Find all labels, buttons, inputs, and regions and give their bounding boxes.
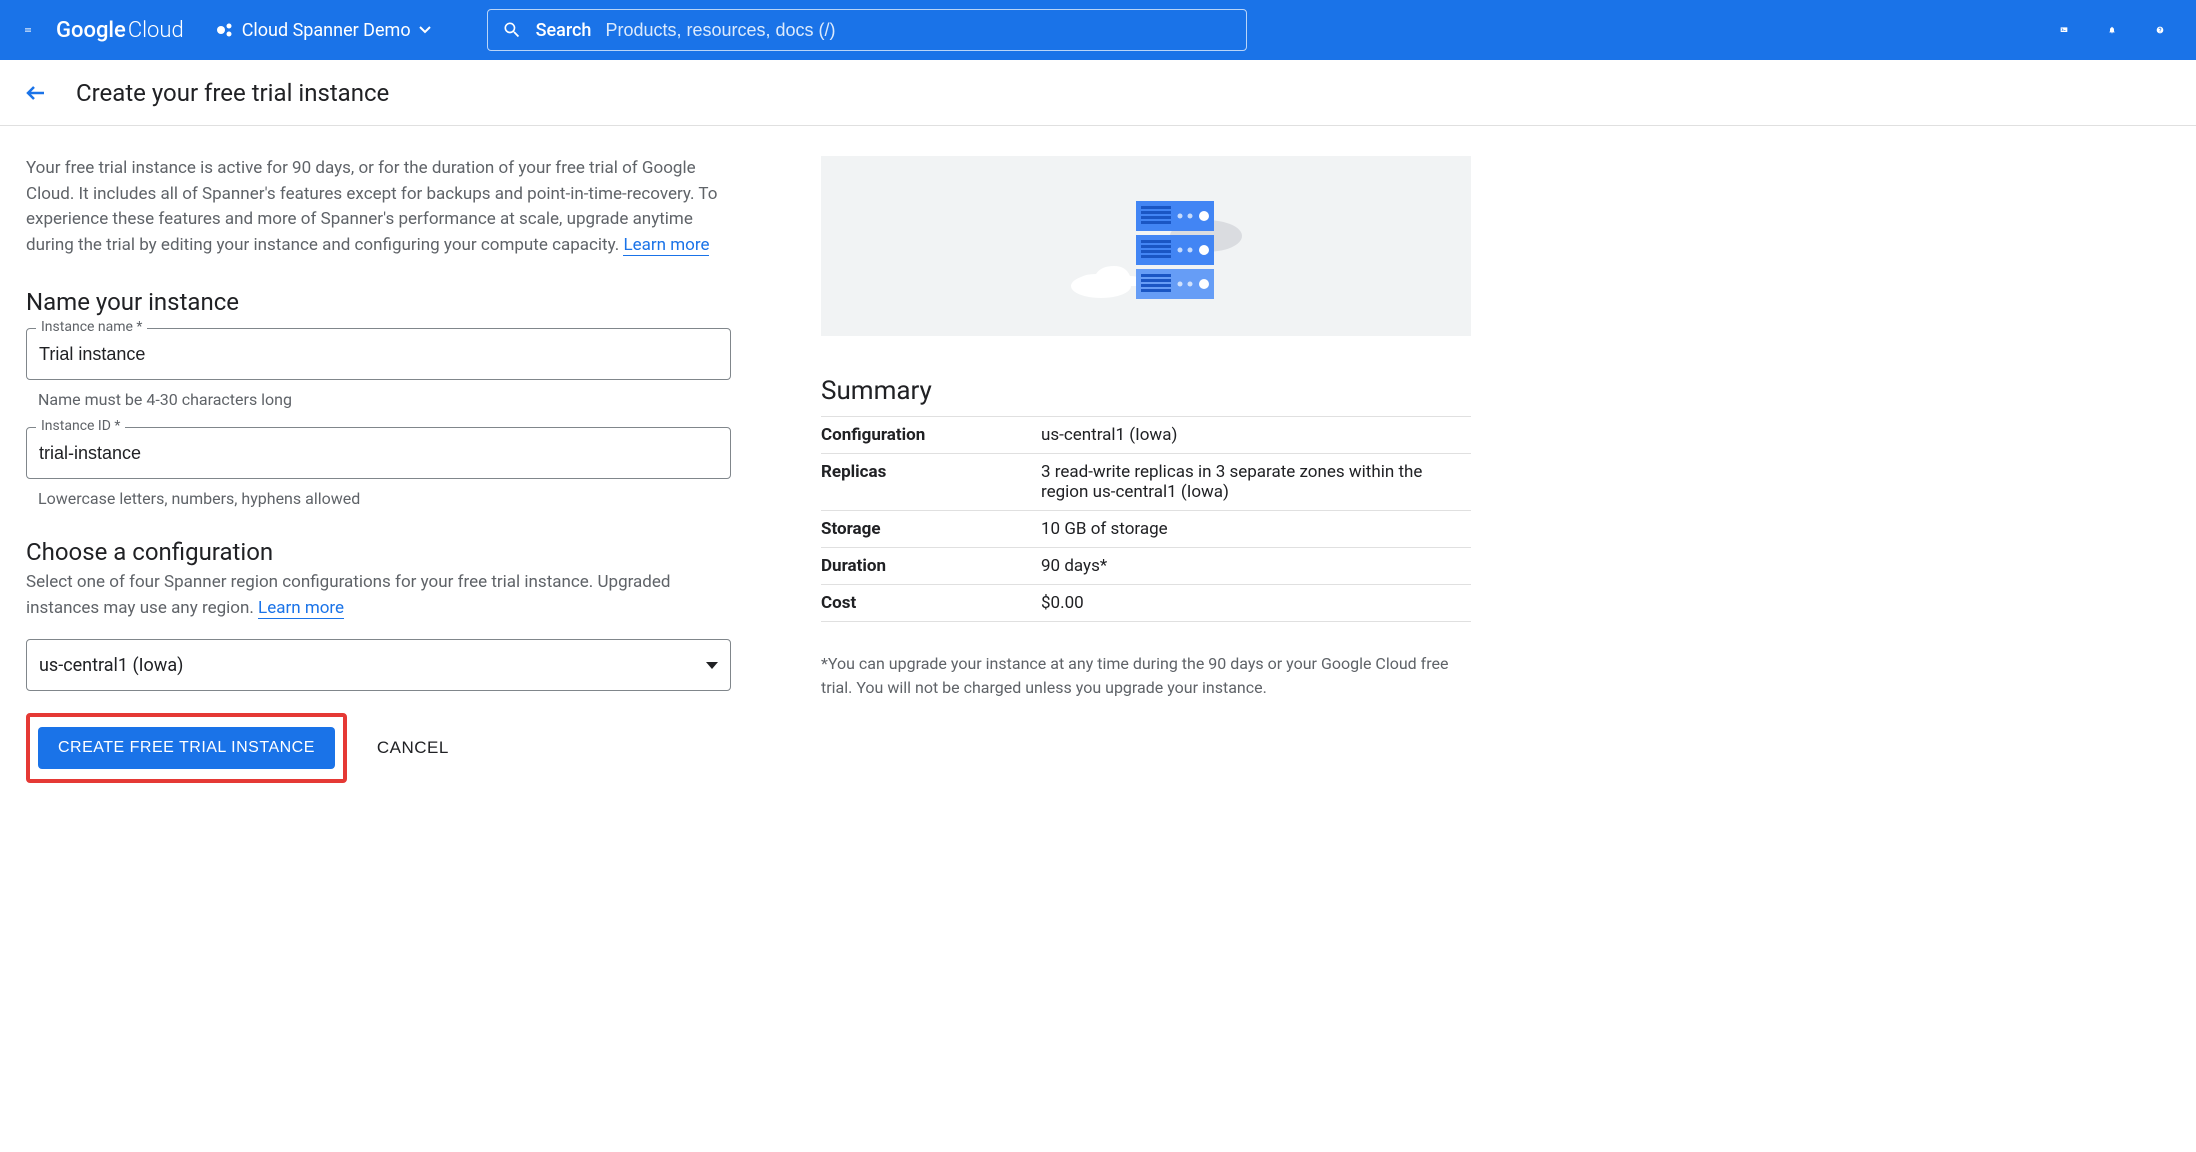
create-button[interactable]: CREATE FREE TRIAL INSTANCE bbox=[38, 727, 335, 769]
form-column: Your free trial instance is active for 9… bbox=[26, 156, 731, 783]
dropdown-icon bbox=[706, 662, 718, 669]
cloud-shell-icon[interactable] bbox=[2052, 18, 2076, 42]
summary-row: Cost$0.00 bbox=[821, 585, 1471, 622]
summary-column: Summary Configurationus-central1 (Iowa)R… bbox=[821, 156, 1471, 783]
summary-row: Storage10 GB of storage bbox=[821, 511, 1471, 548]
summary-row: Duration90 days* bbox=[821, 548, 1471, 585]
instance-id-label: Instance ID * bbox=[36, 418, 125, 434]
summary-row-value: 90 days* bbox=[1041, 548, 1471, 585]
summary-row-label: Storage bbox=[821, 511, 1041, 548]
logo-cloud-text: Cloud bbox=[128, 18, 184, 43]
config-section-sub: Select one of four Spanner region config… bbox=[26, 570, 731, 621]
google-cloud-logo[interactable]: Google Cloud bbox=[56, 18, 184, 43]
form-actions: CREATE FREE TRIAL INSTANCE CANCEL bbox=[26, 713, 731, 783]
summary-row-value: 3 read-write replicas in 3 separate zone… bbox=[1041, 454, 1471, 511]
config-learn-more-link[interactable]: Learn more bbox=[258, 598, 344, 619]
instance-name-input[interactable] bbox=[26, 328, 731, 380]
config-select-wrap: us-central1 (Iowa) bbox=[26, 639, 731, 691]
create-button-highlight: CREATE FREE TRIAL INSTANCE bbox=[26, 713, 347, 783]
summary-row-label: Configuration bbox=[821, 417, 1041, 454]
summary-table: Configurationus-central1 (Iowa)Replicas3… bbox=[821, 416, 1471, 622]
search-icon bbox=[502, 20, 522, 40]
project-name: Cloud Spanner Demo bbox=[242, 20, 411, 41]
summary-row-value: 10 GB of storage bbox=[1041, 511, 1471, 548]
cancel-button[interactable]: CANCEL bbox=[377, 738, 449, 758]
menu-icon[interactable] bbox=[16, 18, 40, 42]
config-selected-value: us-central1 (Iowa) bbox=[39, 655, 183, 676]
config-sub-text: Select one of four Spanner region config… bbox=[26, 572, 671, 618]
name-section-heading: Name your instance bbox=[26, 288, 731, 316]
summary-row-label: Replicas bbox=[821, 454, 1041, 511]
chevron-down-icon bbox=[419, 24, 431, 36]
search-input[interactable] bbox=[605, 20, 1231, 41]
server-illustration bbox=[821, 156, 1471, 336]
instance-name-helper: Name must be 4-30 characters long bbox=[38, 390, 731, 409]
instance-id-field: Instance ID * bbox=[26, 427, 731, 479]
config-section-heading: Choose a configuration bbox=[26, 538, 731, 566]
project-dots-icon bbox=[216, 21, 234, 39]
summary-row-label: Cost bbox=[821, 585, 1041, 622]
help-icon[interactable] bbox=[2148, 18, 2172, 42]
summary-title: Summary bbox=[821, 376, 1471, 406]
intro-text: Your free trial instance is active for 9… bbox=[26, 158, 717, 255]
instance-name-field: Instance name * bbox=[26, 328, 731, 380]
instance-id-input[interactable] bbox=[26, 427, 731, 479]
instance-name-label: Instance name * bbox=[36, 319, 147, 335]
search-label: Search bbox=[536, 20, 592, 41]
subheader: Create your free trial instance bbox=[0, 60, 2196, 126]
intro-learn-more-link[interactable]: Learn more bbox=[623, 235, 709, 256]
summary-row-value: $0.00 bbox=[1041, 585, 1471, 622]
search-bar[interactable]: Search bbox=[487, 9, 1247, 51]
summary-note: *You can upgrade your instance at any ti… bbox=[821, 652, 1471, 700]
header-right-icons bbox=[2052, 18, 2180, 42]
summary-row-label: Duration bbox=[821, 548, 1041, 585]
instance-id-helper: Lowercase letters, numbers, hyphens allo… bbox=[38, 489, 731, 508]
back-arrow-icon[interactable] bbox=[24, 81, 48, 105]
summary-row: Configurationus-central1 (Iowa) bbox=[821, 417, 1471, 454]
summary-row: Replicas3 read-write replicas in 3 separ… bbox=[821, 454, 1471, 511]
logo-google-text: Google bbox=[56, 18, 126, 43]
main-content: Your free trial instance is active for 9… bbox=[0, 126, 2196, 813]
notifications-icon[interactable] bbox=[2100, 18, 2124, 42]
top-header: Google Cloud Cloud Spanner Demo Search bbox=[0, 0, 2196, 60]
project-picker[interactable]: Cloud Spanner Demo bbox=[216, 20, 431, 41]
intro-paragraph: Your free trial instance is active for 9… bbox=[26, 156, 731, 258]
summary-row-value: us-central1 (Iowa) bbox=[1041, 417, 1471, 454]
config-select[interactable]: us-central1 (Iowa) bbox=[26, 639, 731, 691]
page-title: Create your free trial instance bbox=[76, 79, 389, 107]
